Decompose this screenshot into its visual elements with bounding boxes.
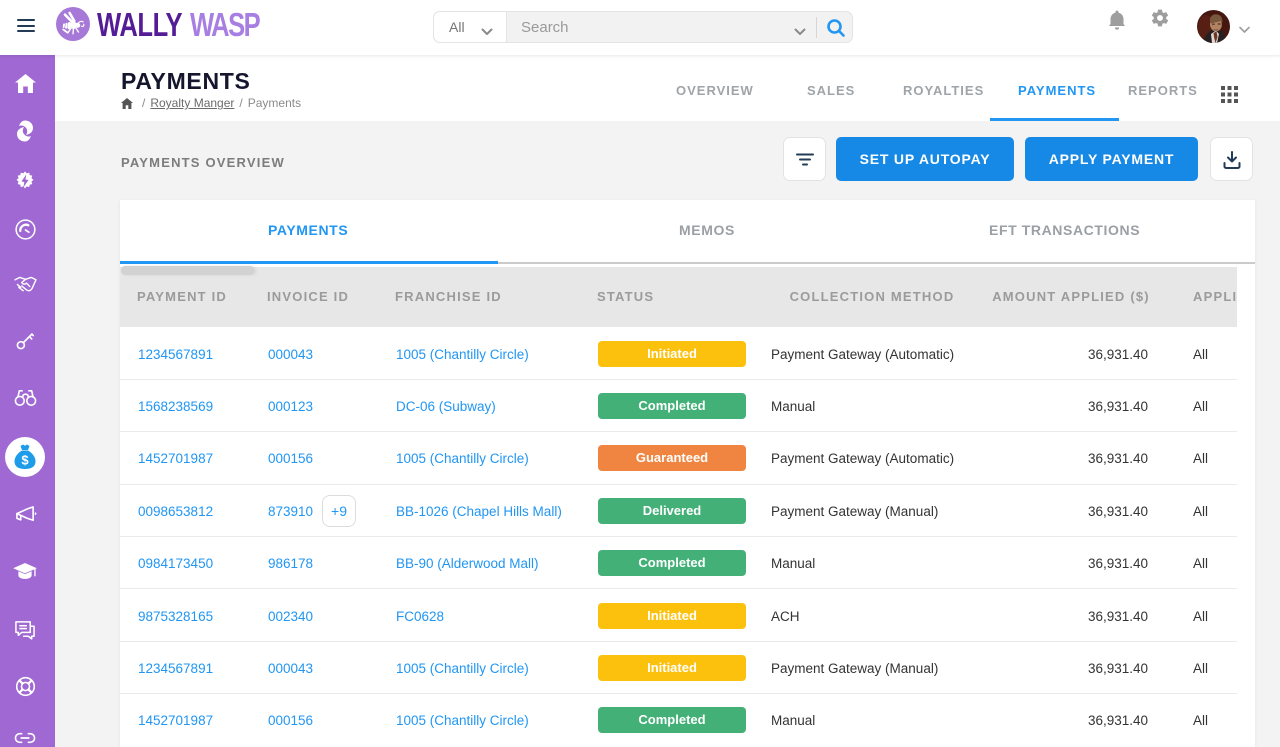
svg-text:$: $ [21,452,29,467]
